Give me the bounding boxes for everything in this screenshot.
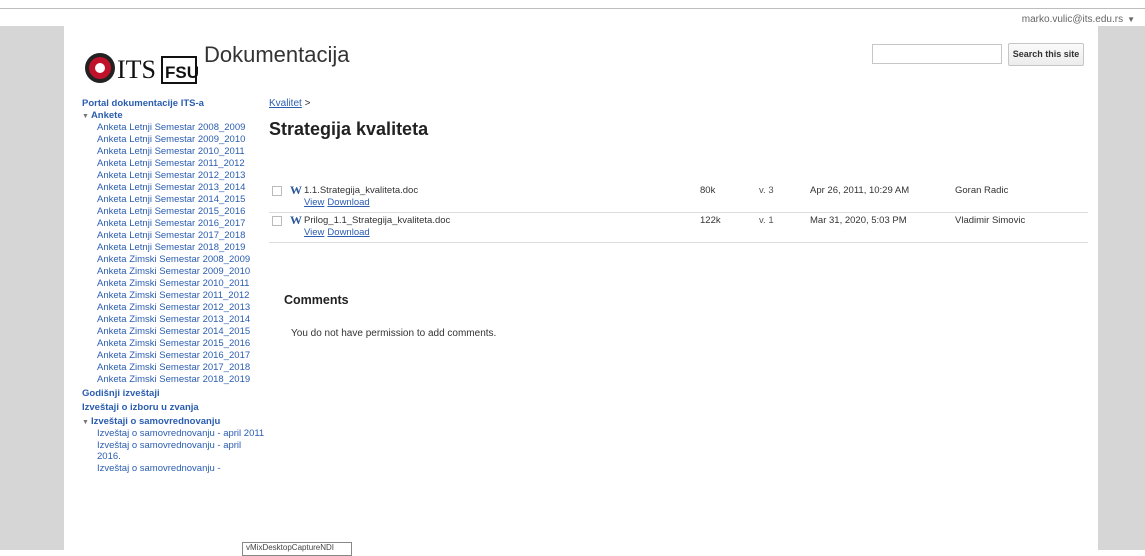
file-version[interactable]: v. 1 — [759, 215, 774, 226]
nav-anketa-item[interactable]: Anketa Zimski Semestar 2013_2014 — [82, 314, 272, 326]
download-link[interactable]: Download — [327, 197, 369, 208]
file-cabinet-table: W 1.1.Strategija_kvaliteta.doc View Downl… — [269, 183, 1088, 243]
nav-anketa-item[interactable]: Anketa Letnji Semestar 2011_2012 — [82, 158, 272, 170]
file-size: 122k — [700, 215, 721, 226]
chevron-down-icon: ▼ — [1127, 15, 1135, 24]
download-link[interactable]: Download — [327, 227, 369, 238]
word-doc-icon: W — [290, 183, 302, 197]
capture-tooltip: vMixDesktopCaptureNDI — [242, 542, 352, 556]
site-header: ITS FSU Dokumentacija Search this site — [64, 26, 1098, 86]
file-version[interactable]: v. 3 — [759, 185, 774, 196]
word-doc-icon: W — [290, 213, 302, 227]
nav-samovrednovanje[interactable]: ▼ Izveštaji o samovrednovanju — [82, 416, 272, 428]
nav-godisnji-izvestaji[interactable]: Godišnji izveštaji — [82, 388, 272, 400]
file-size: 80k — [700, 185, 716, 196]
nav-izvestaji-izbor[interactable]: Izveštaji o izboru u zvanja — [82, 402, 272, 414]
file-name: Prilog_1.1_Strategija_kvaliteta.doc — [304, 215, 451, 226]
expand-triangle-icon[interactable]: ▼ — [82, 419, 89, 426]
svg-text:ITS: ITS — [117, 55, 156, 84]
file-row: W 1.1.Strategija_kvaliteta.doc View Downl… — [269, 183, 1088, 213]
user-account-menu[interactable]: marko.vulic@its.edu.rs ▼ — [1022, 14, 1135, 25]
breadcrumb-link-kvalitet[interactable]: Kvalitet — [269, 98, 302, 109]
breadcrumb: Kvalitet > — [269, 98, 1089, 109]
nav-anketa-item[interactable]: Anketa Zimski Semestar 2017_2018 — [82, 362, 272, 374]
nav-anketa-item[interactable]: Anketa Letnji Semestar 2015_2016 — [82, 206, 272, 218]
nav-samovrednovanje-item[interactable]: Izveštaj o samovrednovanju - april 2016. — [82, 440, 247, 462]
comments-heading: Comments — [284, 293, 349, 307]
nav-anketa-item[interactable]: Anketa Zimski Semestar 2014_2015 — [82, 326, 272, 338]
nav-anketa-item[interactable]: Anketa Letnji Semestar 2016_2017 — [82, 218, 272, 230]
nav-anketa-item[interactable]: Anketa Letnji Semestar 2013_2014 — [82, 182, 272, 194]
nav-anketa-item[interactable]: Anketa Letnji Semestar 2017_2018 — [82, 230, 272, 242]
view-link[interactable]: View — [304, 227, 324, 238]
nav-anketa-item[interactable]: Anketa Letnji Semestar 2012_2013 — [82, 170, 272, 182]
nav-anketa-item[interactable]: Anketa Letnji Semestar 2009_2010 — [82, 134, 272, 146]
comments-permission-note: You do not have permission to add commen… — [291, 328, 497, 339]
nav-anketa-item[interactable]: Anketa Letnji Semestar 2008_2009 — [82, 122, 272, 134]
page-title: Strategija kvaliteta — [269, 119, 429, 139]
breadcrumb-separator: > — [304, 98, 311, 109]
nav-ankete[interactable]: ▼ Ankete — [82, 110, 272, 122]
nav-anketa-item[interactable]: Anketa Zimski Semestar 2009_2010 — [82, 266, 272, 278]
nav-anketa-item[interactable]: Anketa Letnji Semestar 2018_2019 — [82, 242, 272, 254]
nav-portal[interactable]: Portal dokumentacije ITS-a — [82, 98, 272, 110]
sidebar-navigation: Portal dokumentacije ITS-a ▼ Ankete Anket… — [82, 98, 272, 475]
user-email: marko.vulic@its.edu.rs — [1021, 14, 1124, 25]
expand-triangle-icon[interactable]: ▼ — [82, 113, 89, 120]
search-button[interactable]: Search this site — [1008, 43, 1084, 66]
svg-text:FSU: FSU — [165, 63, 199, 82]
page-gutter-left — [0, 26, 64, 550]
file-date: Apr 26, 2011, 10:29 AM — [810, 185, 910, 196]
main-content: Kvalitet > Strategija kvaliteta W 1.1.St… — [269, 98, 1089, 339]
top-divider — [0, 8, 1145, 9]
site-container: ITS FSU Dokumentacija Search this site P… — [64, 26, 1098, 550]
nav-anketa-item[interactable]: Anketa Zimski Semestar 2016_2017 — [82, 350, 272, 362]
nav-anketa-item[interactable]: Anketa Zimski Semestar 2015_2016 — [82, 338, 272, 350]
file-date: Mar 31, 2020, 5:03 PM — [810, 215, 907, 226]
its-fsu-logo[interactable]: ITS FSU — [82, 44, 200, 88]
nav-anketa-item[interactable]: Anketa Zimski Semestar 2012_2013 — [82, 302, 272, 314]
view-link[interactable]: View — [304, 197, 324, 208]
file-links: View Download — [304, 227, 373, 238]
file-select-checkbox[interactable] — [272, 216, 282, 226]
search-input[interactable] — [872, 44, 1002, 64]
nav-anketa-item[interactable]: Anketa Zimski Semestar 2011_2012 — [82, 290, 272, 302]
nav-anketa-item[interactable]: Anketa Zimski Semestar 2008_2009 — [82, 254, 272, 266]
nav-samovrednovanje-item[interactable]: Izveštaj o samovrednovanju - april 2011 — [82, 428, 272, 439]
nav-anketa-item[interactable]: Anketa Letnji Semestar 2010_2011 — [82, 146, 272, 158]
site-title[interactable]: Dokumentacija — [204, 42, 350, 68]
file-links: View Download — [304, 197, 373, 208]
file-row: W Prilog_1.1_Strategija_kvaliteta.doc Vi… — [269, 213, 1088, 243]
nav-anketa-item[interactable]: Anketa Letnji Semestar 2014_2015 — [82, 194, 272, 206]
nav-anketa-item[interactable]: Anketa Zimski Semestar 2010_2011 — [82, 278, 272, 290]
nav-anketa-item[interactable]: Anketa Zimski Semestar 2018_2019 — [82, 374, 272, 386]
file-author: Vladimir Simovic — [955, 215, 1026, 226]
page-gutter-right — [1098, 26, 1145, 550]
file-select-checkbox[interactable] — [272, 186, 282, 196]
file-name: 1.1.Strategija_kvaliteta.doc — [304, 185, 419, 196]
file-author: Goran Radic — [955, 185, 1009, 196]
nav-samovrednovanje-item[interactable]: Izveštaj o samovrednovanju - — [82, 463, 272, 474]
